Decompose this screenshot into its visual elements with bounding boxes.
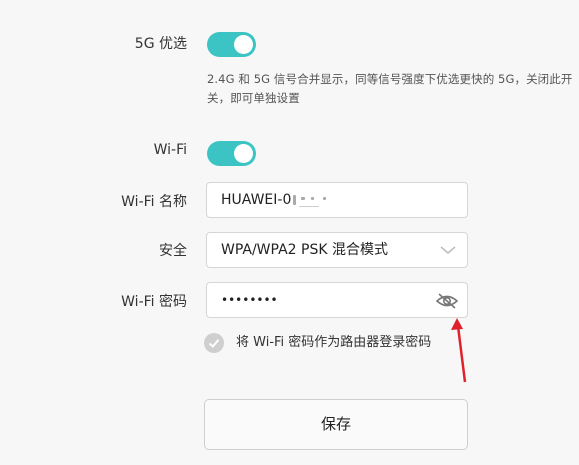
band-5g-label: 5G 优选 [134,36,187,52]
security-selected-value: WPA/WPA2 PSK 混合模式 [221,242,388,258]
checkbox-checked-icon[interactable] [204,333,224,353]
wifi-name-input[interactable]: HUAWEI-0 [206,182,468,218]
band-5g-toggle[interactable] [207,32,256,57]
security-label: 安全 [159,243,187,259]
wifi-password-input[interactable]: •••••••• [206,282,468,318]
wifi-label: Wi-Fi [153,142,187,158]
wifi-name-label: Wi-Fi 名称 [121,194,187,210]
eye-slash-icon[interactable] [435,291,459,311]
wifi-toggle[interactable] [207,141,256,166]
wifi-password-value: •••••••• [221,293,278,307]
wifi-password-label: Wi-Fi 密码 [121,294,187,310]
router-password-option-label: 将 Wi-Fi 密码作为路由器登录密码 [236,335,432,350]
save-button[interactable]: 保存 [204,399,468,450]
security-select[interactable]: WPA/WPA2 PSK 混合模式 [206,232,468,268]
annotation-arrow-icon [451,318,467,383]
redacted-mark [293,193,341,207]
toggle-knob [234,144,253,163]
toggle-knob [234,35,253,54]
band-5g-hint: 2.4G 和 5G 信号合并显示，同等信号强度下优选更快的 5G，关闭此开关，即… [207,72,573,105]
wifi-name-value: HUAWEI-0 [221,192,292,208]
chevron-down-icon [440,246,456,254]
